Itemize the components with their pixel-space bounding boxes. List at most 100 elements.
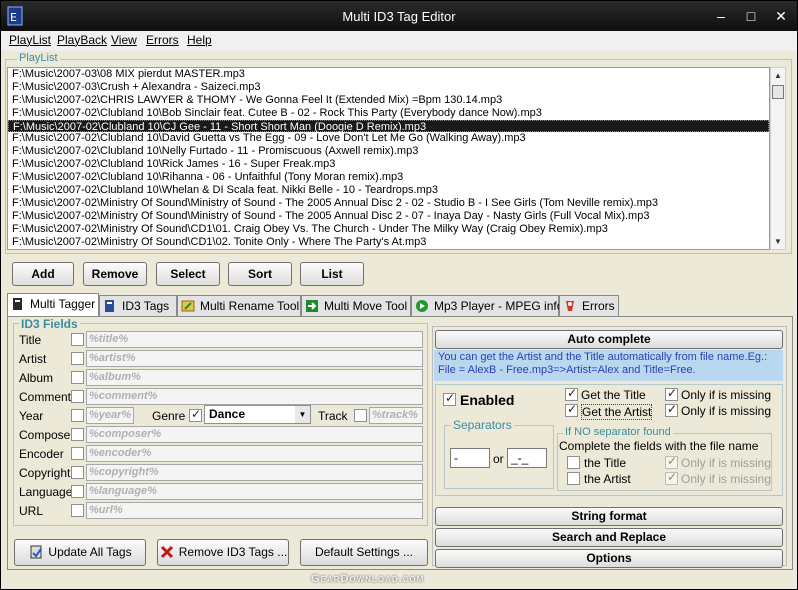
url-checkbox[interactable] (71, 504, 84, 517)
the-title-checkbox[interactable] (567, 456, 580, 469)
scroll-up-icon[interactable]: ▲ (771, 69, 785, 83)
close-button[interactable]: ✕ (769, 5, 793, 27)
comment-checkbox[interactable] (71, 390, 84, 403)
maximize-button[interactable]: □ (739, 5, 763, 27)
menu-playlist[interactable]: PlayList (9, 33, 51, 47)
list-button[interactable]: List (300, 262, 364, 286)
year-label: Year (19, 409, 44, 423)
complete-fields-text: Complete the fields with the file name (559, 439, 759, 453)
tab-id3-tags[interactable]: ID3 Tags (99, 295, 177, 317)
language-field[interactable]: %language% (86, 483, 423, 500)
the-artist-checkbox[interactable] (567, 472, 580, 485)
encoder-checkbox[interactable] (71, 447, 84, 460)
playlist-item[interactable]: F:\Music\2007-02\Clubland 10\Nelly Furta… (8, 145, 769, 158)
copyright-label: Copyright (19, 466, 71, 480)
tab-multi-move-tool[interactable]: Multi Move Tool (301, 295, 411, 317)
add-button[interactable]: Add (12, 262, 74, 286)
only-missing-artist-checkbox[interactable] (665, 402, 678, 417)
encoder-field[interactable]: %encoder% (86, 445, 423, 462)
update-all-tags-button[interactable]: Update All Tags (14, 539, 146, 566)
string-format-button[interactable]: String format (435, 507, 783, 526)
playlist-item[interactable]: F:\Music\2007-02\Ministry Of Sound\Minis… (8, 197, 769, 210)
separators-label: Separators (451, 418, 514, 432)
minimize-button[interactable]: – (709, 5, 733, 27)
album-label: Album (19, 371, 54, 385)
title-bar: E Multi ID3 Tag Editor – □ ✕ (1, 1, 797, 31)
genre-label: Genre (152, 409, 186, 423)
get-title-checkbox[interactable] (565, 386, 578, 401)
options-button[interactable]: Options (435, 549, 783, 568)
only-missing-title-checkbox[interactable] (665, 386, 678, 401)
artist-checkbox[interactable] (71, 352, 84, 365)
playlist-item[interactable]: F:\Music\2007-02\Clubland 10\Bob Sinclai… (8, 107, 769, 120)
playlist-item[interactable]: F:\Music\2007-02\Clubland 10\Whelan & DI… (8, 184, 769, 197)
playlist-item[interactable]: F:\Music\2007-03\Crush + Alexandra - Sai… (8, 81, 769, 94)
track-field[interactable]: %track% (369, 407, 423, 424)
title-field[interactable]: %title% (86, 331, 423, 348)
remove-button[interactable]: Remove (83, 262, 147, 286)
only-missing-4-checkbox[interactable] (665, 470, 678, 485)
album-field[interactable]: %album% (86, 369, 423, 386)
menu-view[interactable]: View (111, 33, 137, 47)
get-artist-checkbox[interactable] (565, 402, 578, 417)
sort-button[interactable]: Sort (228, 262, 292, 286)
tab-label: Errors (582, 299, 615, 313)
default-settings-button[interactable]: Default Settings ... (300, 539, 428, 566)
playlist-scrollbar[interactable]: ▲ ▼ (770, 67, 786, 250)
language-checkbox[interactable] (71, 485, 84, 498)
playlist-item[interactable]: F:\Music\2007-02\CHRIS LAWYER & THOMY - … (8, 94, 769, 107)
chevron-down-icon[interactable]: ▼ (295, 406, 310, 423)
update-label: Update All Tags (48, 545, 132, 559)
select-button[interactable]: Select (156, 262, 220, 286)
comment-field[interactable]: %comment% (86, 388, 423, 405)
playlist-item[interactable]: F:\Music\2007-02\Clubland 10\CJ Gee - 11… (8, 119, 769, 133)
copyright-checkbox[interactable] (71, 466, 84, 479)
playlist-list[interactable]: F:\Music\2007-03\08 MIX pierdut MASTER.m… (7, 67, 770, 250)
playlist-item[interactable]: F:\Music\2007-02\Ministry Of Sound\CD1\0… (8, 236, 769, 249)
track-checkbox[interactable] (354, 409, 367, 422)
year-field[interactable]: %year% (86, 407, 134, 424)
composer-checkbox[interactable] (71, 428, 84, 441)
rename-icon (181, 300, 195, 312)
auto-complete-button[interactable]: Auto complete (435, 330, 783, 349)
playlist-item[interactable]: F:\Music\2007-02\Ministry Of Sound\CD1\0… (8, 223, 769, 236)
playlist-item[interactable]: F:\Music\2007-02\Clubland 10\Rick James … (8, 158, 769, 171)
scroll-thumb[interactable] (772, 85, 784, 99)
playlist-item[interactable]: F:\Music\2007-03\08 MIX pierdut MASTER.m… (8, 68, 769, 81)
url-field[interactable]: %url% (86, 502, 423, 519)
remove-id3-tags-button[interactable]: Remove ID3 Tags ... (157, 539, 289, 566)
separator-input-2[interactable]: _-_ (507, 448, 547, 468)
genre-select[interactable]: Dance ▼ (204, 405, 311, 424)
menu-playback[interactable]: PlayBack (57, 33, 107, 47)
separator-input-1[interactable]: - (450, 448, 490, 468)
menu-help[interactable]: Help (187, 33, 212, 47)
tab-label: Multi Move Tool (324, 299, 408, 313)
tab-multi-tagger[interactable]: Multi Tagger (7, 293, 99, 317)
artist-field[interactable]: %artist% (86, 350, 423, 367)
encoder-label: Encoder (19, 447, 64, 461)
tab-label: Multi Rename Tool (200, 299, 300, 313)
enabled-label: Enabled (460, 392, 515, 408)
tab-multi-rename-tool[interactable]: Multi Rename Tool (177, 295, 301, 317)
only-missing-title-label: Only if is missing (681, 388, 772, 402)
search-replace-button[interactable]: Search and Replace (435, 528, 783, 547)
title-checkbox[interactable] (71, 333, 84, 346)
menu-errors[interactable]: Errors (146, 33, 179, 47)
tab-label: Mp3 Player - MPEG info (434, 299, 564, 313)
album-checkbox[interactable] (71, 371, 84, 384)
genre-value: Dance (209, 407, 246, 421)
copyright-field[interactable]: %copyright% (86, 464, 423, 481)
only-missing-3-checkbox[interactable] (665, 454, 678, 469)
year-checkbox[interactable] (71, 409, 84, 422)
playlist-item[interactable]: F:\Music\2007-02\Clubland 10\David Guett… (8, 132, 769, 145)
playlist-item[interactable]: F:\Music\2007-02\Clubland 10\Rihanna - 0… (8, 171, 769, 184)
genre-checkbox[interactable] (189, 407, 202, 422)
tab-mp3-player[interactable]: Mp3 Player - MPEG info (411, 295, 563, 317)
only-missing-4-label: Only if is missing (681, 472, 772, 486)
enabled-checkbox[interactable] (443, 391, 456, 406)
playlist-item[interactable]: F:\Music\2007-02\Ministry Of Sound\Minis… (8, 210, 769, 223)
tab-errors[interactable]: Errors (559, 295, 619, 317)
move-arrow-icon (306, 300, 318, 312)
scroll-down-icon[interactable]: ▼ (771, 235, 785, 249)
composer-field[interactable]: %composer% (86, 426, 423, 443)
